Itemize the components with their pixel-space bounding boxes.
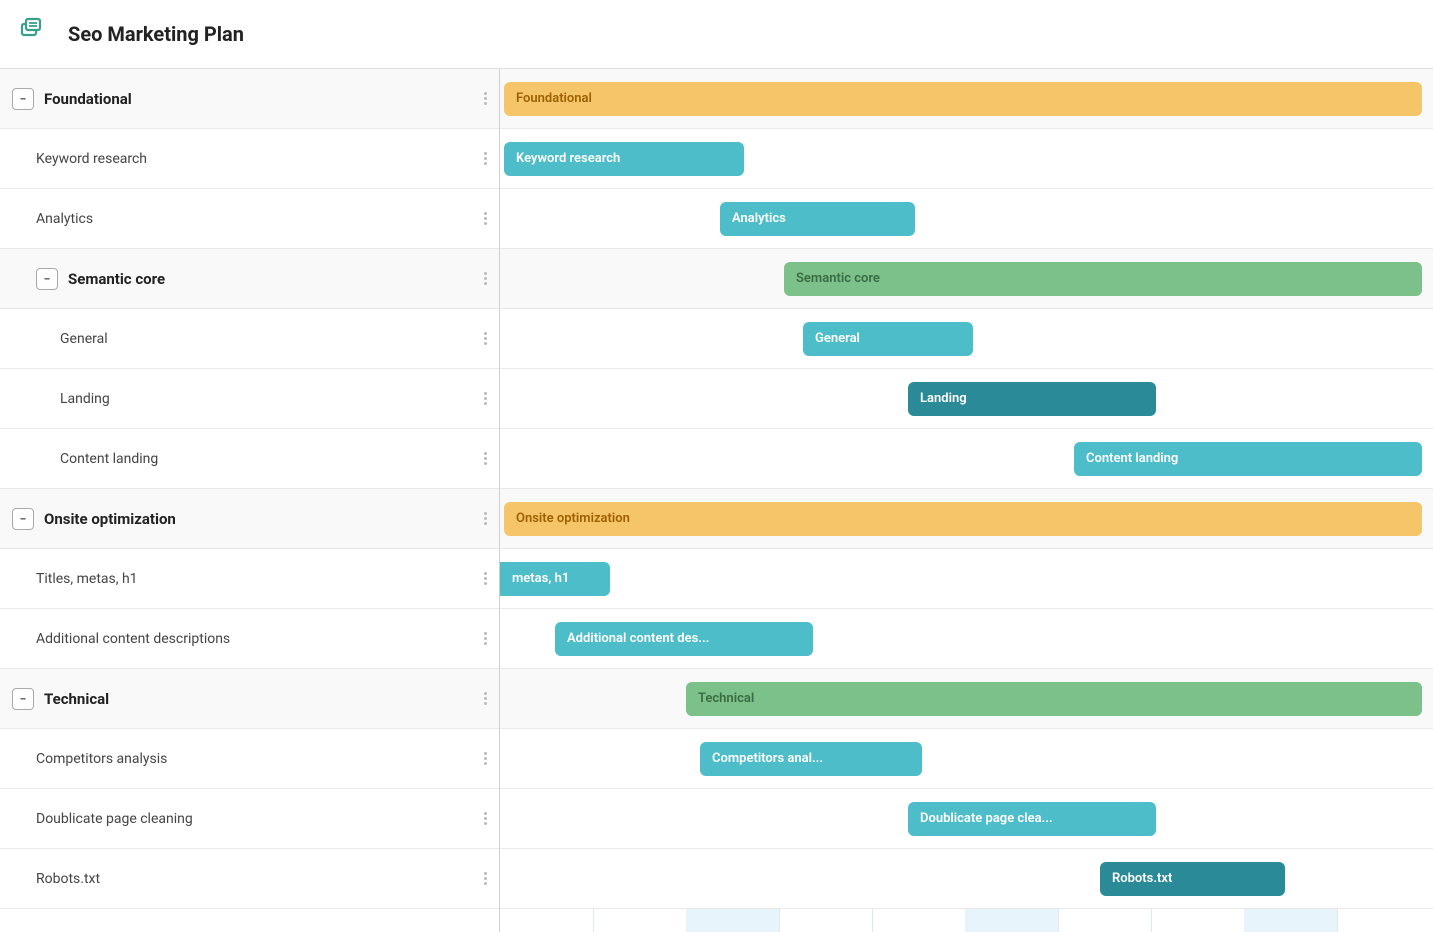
row-semantic-core: − Semantic core xyxy=(0,249,499,309)
main-content: − Foundational Keyword research Analytic… xyxy=(0,69,1433,932)
gantt-row-semantic-core: Semantic core xyxy=(500,249,1433,309)
bar-onsite-optimization: Onsite optimization xyxy=(504,502,1422,536)
gantt-chart: Foundational Keyword research Analytics xyxy=(500,69,1433,932)
row-doublicate: Doublicate page cleaning xyxy=(0,789,499,849)
gantt-row-technical: Technical xyxy=(500,669,1433,729)
gantt-row-keyword-research: Keyword research xyxy=(500,129,1433,189)
gantt-row-content-landing: Content landing xyxy=(500,429,1433,489)
bar-content-landing: Content landing xyxy=(1074,442,1422,476)
dots-titles-metas[interactable] xyxy=(484,572,487,585)
label-robots: Robots.txt xyxy=(36,871,476,887)
row-general: General xyxy=(0,309,499,369)
row-keyword-research: Keyword research xyxy=(0,129,499,189)
row-analytics: Analytics xyxy=(0,189,499,249)
dots-doublicate[interactable] xyxy=(484,812,487,825)
gantt-container: Foundational Keyword research Analytics xyxy=(500,69,1433,932)
dots-general[interactable] xyxy=(484,332,487,345)
gantt-row-doublicate: Doublicate page clea... xyxy=(500,789,1433,849)
dots-foundational[interactable] xyxy=(484,92,487,105)
row-robots: Robots.txt xyxy=(0,849,499,909)
dots-technical[interactable] xyxy=(484,692,487,705)
label-technical: Technical xyxy=(44,690,476,708)
gantt-row-analytics: Analytics xyxy=(500,189,1433,249)
gantt-row-foundational: Foundational xyxy=(500,69,1433,129)
bar-keyword-research: Keyword research xyxy=(504,142,744,176)
bar-landing: Landing xyxy=(908,382,1156,416)
label-analytics: Analytics xyxy=(36,211,476,227)
label-additional-content: Additional content descriptions xyxy=(36,631,476,647)
label-titles-metas: Titles, metas, h1 xyxy=(36,571,476,587)
app-container: Seo Marketing Plan − Foundational Keywor… xyxy=(0,0,1433,932)
dots-competitors[interactable] xyxy=(484,752,487,765)
bar-titles-metas: metas, h1 xyxy=(500,562,610,596)
row-content-landing: Content landing xyxy=(0,429,499,489)
toggle-foundational[interactable]: − xyxy=(12,88,34,110)
label-keyword-research: Keyword research xyxy=(36,151,476,167)
left-panel: − Foundational Keyword research Analytic… xyxy=(0,69,500,932)
gantt-row-additional-content: Additional content des... xyxy=(500,609,1433,669)
gantt-row-landing: Landing xyxy=(500,369,1433,429)
seo-plan-icon xyxy=(20,16,56,52)
gantt-row-titles-metas: metas, h1 xyxy=(500,549,1433,609)
label-foundational: Foundational xyxy=(44,90,476,108)
bar-analytics: Analytics xyxy=(720,202,915,236)
bar-robots: Robots.txt xyxy=(1100,862,1285,896)
label-landing: Landing xyxy=(60,391,476,407)
bar-doublicate: Doublicate page clea... xyxy=(908,802,1156,836)
dots-content-landing[interactable] xyxy=(484,452,487,465)
dots-onsite-optimization[interactable] xyxy=(484,512,487,525)
dots-robots[interactable] xyxy=(484,872,487,885)
dots-analytics[interactable] xyxy=(484,212,487,225)
gantt-row-robots: Robots.txt xyxy=(500,849,1433,909)
label-semantic-core: Semantic core xyxy=(68,270,476,288)
label-doublicate: Doublicate page cleaning xyxy=(36,811,476,827)
row-onsite-optimization: − Onsite optimization xyxy=(0,489,499,549)
gantt-row-onsite-optimization: Onsite optimization xyxy=(500,489,1433,549)
toggle-semantic-core[interactable]: − xyxy=(36,268,58,290)
toggle-technical[interactable]: − xyxy=(12,688,34,710)
header: Seo Marketing Plan xyxy=(0,0,1433,69)
dots-keyword-research[interactable] xyxy=(484,152,487,165)
row-landing: Landing xyxy=(0,369,499,429)
dots-landing[interactable] xyxy=(484,392,487,405)
gantt-row-general: General xyxy=(500,309,1433,369)
label-general: General xyxy=(60,331,476,347)
bar-technical: Technical xyxy=(686,682,1422,716)
bar-competitors: Competitors anal... xyxy=(700,742,922,776)
bar-foundational: Foundational xyxy=(504,82,1422,116)
gantt-row-competitors: Competitors anal... xyxy=(500,729,1433,789)
row-additional-content: Additional content descriptions xyxy=(0,609,499,669)
bar-semantic-core: Semantic core xyxy=(784,262,1422,296)
dots-semantic-core[interactable] xyxy=(484,272,487,285)
toggle-onsite-optimization[interactable]: − xyxy=(12,508,34,530)
bar-additional-content: Additional content des... xyxy=(555,622,813,656)
row-foundational: − Foundational xyxy=(0,69,499,129)
row-competitors: Competitors analysis xyxy=(0,729,499,789)
label-competitors: Competitors analysis xyxy=(36,751,476,767)
bar-general: General xyxy=(803,322,973,356)
row-technical: − Technical xyxy=(0,669,499,729)
label-onsite-optimization: Onsite optimization xyxy=(44,510,476,528)
dots-additional-content[interactable] xyxy=(484,632,487,645)
page-title: Seo Marketing Plan xyxy=(68,22,244,46)
row-titles-metas: Titles, metas, h1 xyxy=(0,549,499,609)
label-content-landing: Content landing xyxy=(60,451,476,467)
